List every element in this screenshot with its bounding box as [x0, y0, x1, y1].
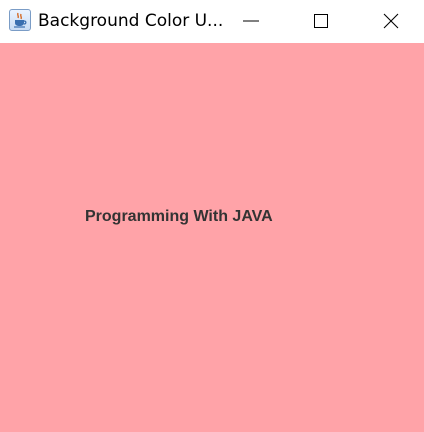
maximize-icon: [314, 14, 328, 28]
app-window: Background Color U... Programming With J…: [0, 0, 424, 432]
title-bar[interactable]: Background Color U...: [0, 0, 424, 43]
window-title: Background Color U...: [38, 11, 224, 31]
java-coffee-cup-icon[interactable]: [9, 9, 31, 31]
minimize-icon: [243, 20, 259, 22]
close-button[interactable]: [368, 0, 414, 43]
maximize-button[interactable]: [298, 0, 344, 43]
minimize-button[interactable]: [228, 0, 274, 43]
content-panel: Programming With JAVA: [0, 43, 424, 432]
programming-label: Programming With JAVA: [85, 208, 273, 225]
close-icon: [383, 13, 399, 29]
